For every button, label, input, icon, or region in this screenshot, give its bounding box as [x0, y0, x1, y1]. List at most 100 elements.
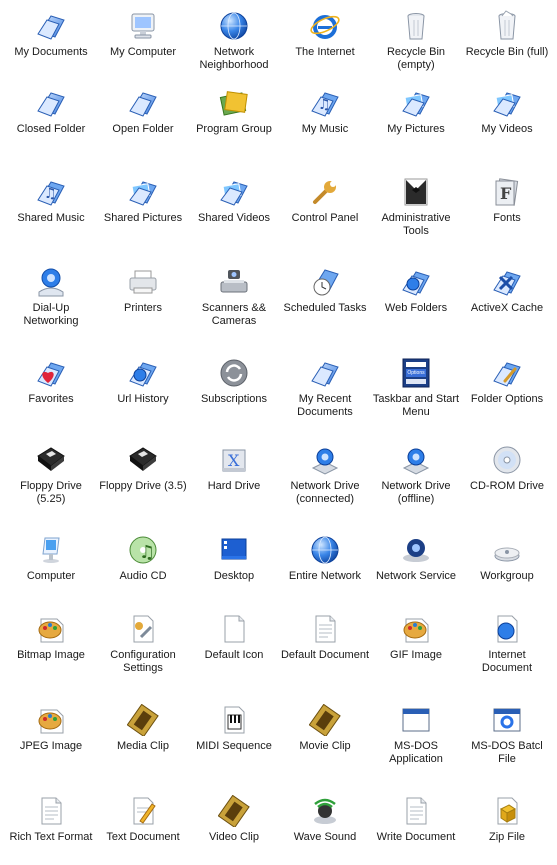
- icon-label: Open Folder: [112, 123, 174, 135]
- folder-documents-icon: [35, 10, 67, 42]
- icon-label: Network Service: [375, 570, 457, 582]
- icon-item[interactable]: Wave Sound: [279, 785, 371, 865]
- icon-item[interactable]: Favorites: [5, 347, 97, 427]
- icon-label: Computer: [26, 570, 76, 582]
- icon-item[interactable]: Network Drive (connected): [279, 434, 371, 514]
- icon-item[interactable]: Floppy Drive (5.25): [5, 434, 97, 514]
- icon-item[interactable]: My Computer: [97, 0, 189, 80]
- icon-item[interactable]: Options Taskbar and Start Menu: [370, 347, 462, 427]
- icon-item[interactable]: JPEG Image: [5, 694, 97, 774]
- scanner-camera-icon: [218, 266, 250, 298]
- printer-icon: [127, 266, 159, 298]
- network-drive-offline-icon: [400, 444, 432, 476]
- icon-item[interactable]: Closed Folder: [5, 77, 97, 157]
- icon-item[interactable]: Video Clip: [188, 785, 280, 865]
- icon-item[interactable]: The Internet: [279, 0, 371, 80]
- icon-item[interactable]: Shared Videos: [188, 166, 280, 246]
- icon-item[interactable]: Recycle Bin (empty): [370, 0, 462, 80]
- icon-item[interactable]: Bitmap Image: [5, 603, 97, 683]
- icon-item[interactable]: Media Clip: [97, 694, 189, 774]
- icon-label: Network Neighborhood: [199, 46, 269, 71]
- icon-item[interactable]: Network Drive (offline): [370, 434, 462, 514]
- icon-item[interactable]: Printers: [97, 256, 189, 336]
- closed-folder-icon: [35, 87, 67, 119]
- icon-label: Video Clip: [209, 831, 259, 843]
- icon-item[interactable]: Movie Clip: [279, 694, 371, 774]
- palette-icon: [35, 704, 67, 736]
- icon-item[interactable]: Floppy Drive (3.5): [97, 434, 189, 514]
- icon-label: Folder Options: [470, 393, 544, 405]
- svg-text:♫: ♫: [318, 97, 331, 113]
- icon-item[interactable]: Default Document: [279, 603, 371, 683]
- icon-item[interactable]: GIF Image: [370, 603, 462, 683]
- icon-item[interactable]: X Hard Drive: [188, 434, 280, 514]
- icon-item[interactable]: Program Group: [188, 77, 280, 157]
- icon-item[interactable]: Workgroup: [461, 524, 553, 604]
- icon-label: Network Drive (offline): [381, 480, 451, 505]
- icon-item[interactable]: MS-DOS Application: [370, 694, 462, 774]
- icon-label: Default Document: [280, 649, 370, 661]
- dialup-icon: [35, 266, 67, 298]
- icon-item[interactable]: Network Service: [370, 524, 462, 604]
- icon-item[interactable]: Write Document: [370, 785, 462, 865]
- icon-item[interactable]: Administrative Tools: [370, 166, 462, 246]
- icon-item[interactable]: Web Folders: [370, 256, 462, 336]
- icon-item[interactable]: ♫ Shared Music: [5, 166, 97, 246]
- icon-item[interactable]: MIDI Sequence: [188, 694, 280, 774]
- icon-item[interactable]: Scheduled Tasks: [279, 256, 371, 336]
- icon-item[interactable]: Computer: [5, 524, 97, 604]
- icon-label: Hard Drive: [207, 480, 261, 492]
- videos-folder-icon: [491, 87, 523, 119]
- icon-item[interactable]: Entire Network: [279, 524, 371, 604]
- icon-item[interactable]: ActiveX Cache: [461, 256, 553, 336]
- icon-item[interactable]: Default Icon: [188, 603, 280, 683]
- wrench-icon: [309, 176, 341, 208]
- icon-item[interactable]: Recycle Bin (full): [461, 0, 553, 80]
- icon-item[interactable]: Dial-Up Networking: [5, 256, 97, 336]
- icon-item[interactable]: Url History: [97, 347, 189, 427]
- icon-item[interactable]: Subscriptions: [188, 347, 280, 427]
- icon-item[interactable]: My Recent Documents: [279, 347, 371, 427]
- pictures-folder-icon: [400, 87, 432, 119]
- icon-label: Wave Sound: [293, 831, 357, 843]
- icon-label: GIF Image: [390, 649, 442, 661]
- icon-label: Internet Document: [481, 649, 533, 674]
- icon-item[interactable]: My Pictures: [370, 77, 462, 157]
- icon-label: My Music: [301, 123, 349, 135]
- icon-item[interactable]: Zip File: [461, 785, 553, 865]
- icon-item[interactable]: Open Folder: [97, 77, 189, 157]
- icon-label: Zip File: [488, 831, 526, 843]
- icon-item[interactable]: ♫ My Music: [279, 77, 371, 157]
- favorites-icon: [35, 357, 67, 389]
- icon-item[interactable]: ♫ Audio CD: [97, 524, 189, 604]
- icon-item[interactable]: F Fonts: [461, 166, 553, 246]
- icon-item[interactable]: CD-ROM Drive: [461, 434, 553, 514]
- icon-item[interactable]: Shared Pictures: [97, 166, 189, 246]
- icon-item[interactable]: Network Neighborhood: [188, 0, 280, 80]
- network-service-icon: [400, 534, 432, 566]
- icon-label: ActiveX Cache: [470, 302, 544, 314]
- icon-item[interactable]: Desktop: [188, 524, 280, 604]
- icon-item[interactable]: My Documents: [5, 0, 97, 80]
- write-document-icon: [400, 795, 432, 827]
- speaker-icon: [309, 795, 341, 827]
- computer-monitor-icon: [127, 10, 159, 42]
- icon-item[interactable]: MS-DOS Batcl File: [461, 694, 553, 774]
- icon-item[interactable]: My Videos: [461, 77, 553, 157]
- icon-item[interactable]: Text Document: [97, 785, 189, 865]
- recycle-bin-empty-icon: [400, 10, 432, 42]
- floppy-drive-icon: [35, 444, 67, 476]
- svg-text:♫: ♫: [44, 186, 57, 202]
- icon-item[interactable]: Control Panel: [279, 166, 371, 246]
- icon-label: Dial-Up Networking: [23, 302, 79, 327]
- icon-item[interactable]: Scanners && Cameras: [188, 256, 280, 336]
- icon-item[interactable]: Rich Text Format: [5, 785, 97, 865]
- recent-documents-icon: [309, 357, 341, 389]
- svg-text:F: F: [500, 184, 512, 203]
- icon-item[interactable]: Configuration Settings: [97, 603, 189, 683]
- icon-item[interactable]: Internet Document: [461, 603, 553, 683]
- icon-label: Scheduled Tasks: [283, 302, 367, 314]
- icon-item[interactable]: Folder Options: [461, 347, 553, 427]
- web-folders-icon: [400, 266, 432, 298]
- audio-cd-icon: ♫: [127, 534, 159, 566]
